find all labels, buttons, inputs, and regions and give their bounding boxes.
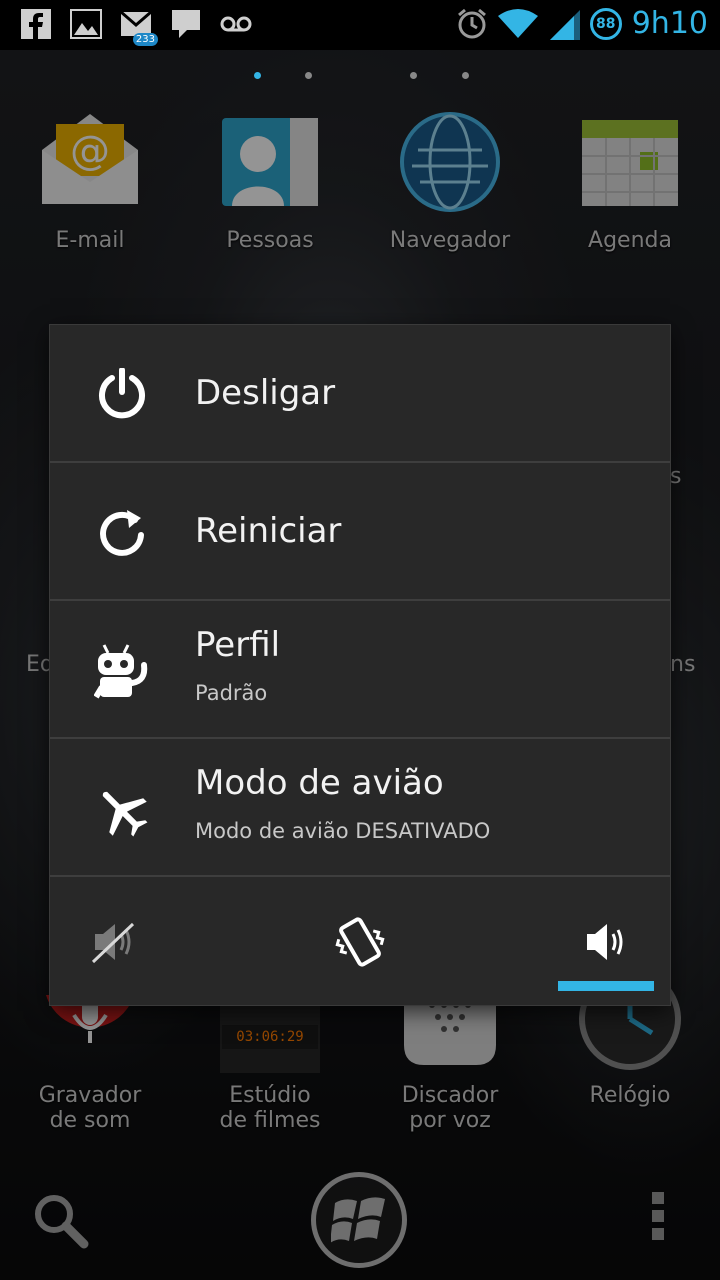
power-icon: [92, 364, 152, 424]
page-dot: [305, 72, 312, 79]
battery-indicator: 88: [589, 7, 622, 40]
gallery-icon: [70, 8, 102, 40]
page-dot: [410, 72, 417, 79]
menu-item-title: Modo de avião: [195, 763, 444, 803]
menu-item-subtitle: Modo de avião DESATIVADO: [195, 819, 491, 843]
alarm-icon: [456, 8, 488, 40]
voicemail-icon: [220, 8, 252, 40]
page-dot-active: [254, 72, 261, 79]
airplane-icon: [92, 781, 152, 841]
reboot-icon: [92, 502, 152, 562]
mail-count-badge: 233: [132, 33, 158, 46]
menu-item-subtitle: Padrão: [195, 681, 268, 705]
menu-item-title: Desligar: [195, 373, 336, 413]
sound-on-icon[interactable]: [572, 907, 642, 977]
airplane-mode-item[interactable]: Modo de avião Modo de avião DESATIVADO: [50, 739, 670, 877]
status-bar: 233 88 9h10: [0, 0, 720, 50]
menu-item-title: Reiniciar: [195, 511, 342, 551]
cyanogen-android-icon: [92, 641, 152, 701]
facebook-icon: [20, 8, 52, 40]
power-off-item[interactable]: Desligar: [50, 325, 670, 463]
clock-time: 9h10: [631, 6, 708, 41]
sound-muted-icon[interactable]: [80, 907, 150, 977]
reboot-item[interactable]: Reiniciar: [50, 463, 670, 601]
page-dot: [462, 72, 469, 79]
selected-sound-mode-indicator: [558, 981, 654, 991]
power-menu-dialog: Desligar Reiniciar Perfil Padrão Modo de…: [50, 325, 670, 1005]
menu-item-title: Perfil: [195, 625, 281, 665]
vibrate-icon[interactable]: [325, 907, 395, 977]
signal-icon: [548, 8, 580, 40]
message-icon: [170, 8, 202, 40]
wifi-icon: [497, 8, 538, 40]
profile-item[interactable]: Perfil Padrão: [50, 601, 670, 739]
gmail-icon: 233: [120, 8, 158, 46]
sound-mode-selector: [50, 877, 670, 1005]
